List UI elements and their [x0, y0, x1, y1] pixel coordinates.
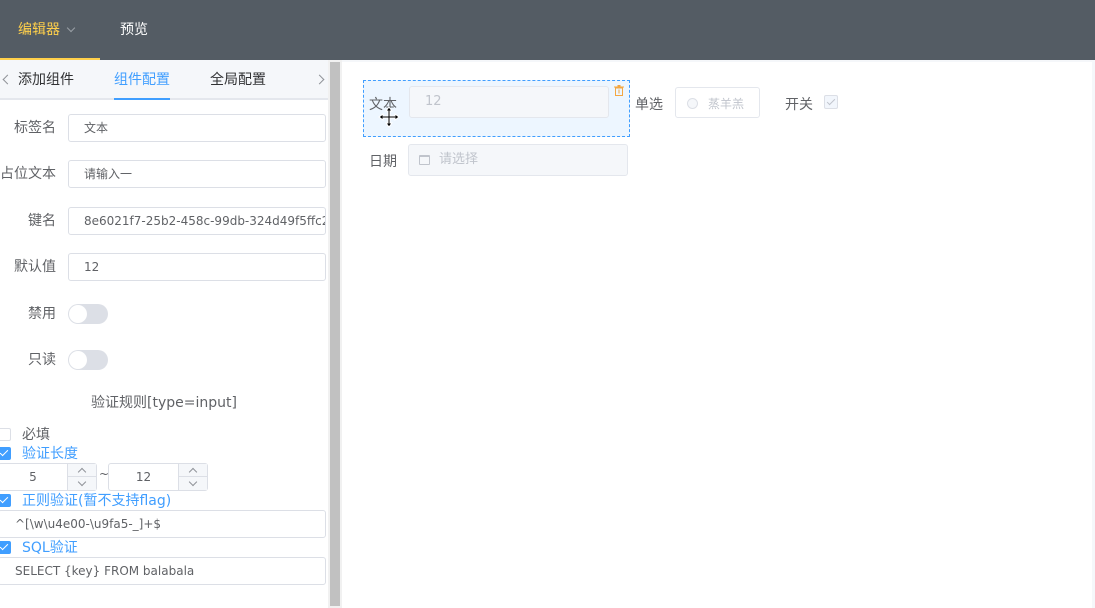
key-name-label: 键名: [28, 213, 56, 229]
tab-global-config[interactable]: 全局配置: [210, 60, 266, 100]
calendar-icon: [419, 155, 430, 165]
tab-add-component[interactable]: 添加组件: [18, 60, 74, 100]
date-field-input[interactable]: 请选择: [408, 144, 628, 176]
form-canvas: [342, 60, 1095, 608]
menu-preview[interactable]: 预览: [120, 0, 148, 60]
switch-field-label: 开关: [785, 97, 813, 113]
top-menu-bar: 编辑器 预览: [0, 0, 1095, 60]
tab-component-config[interactable]: 组件配置: [114, 60, 170, 100]
tabs-scroll-right-icon[interactable]: [314, 74, 325, 85]
menu-editor-label: 编辑器: [18, 22, 60, 38]
date-field-placeholder: 请选择: [439, 152, 479, 167]
increase-icon[interactable]: [179, 464, 207, 477]
menu-editor[interactable]: 编辑器: [0, 0, 100, 60]
radio-option[interactable]: 蒸羊羔: [675, 87, 760, 118]
length-label[interactable]: 验证长度: [22, 445, 78, 463]
disabled-label: 禁用: [28, 306, 56, 322]
switch-field-checkbox[interactable]: [824, 95, 838, 109]
min-length-stepper[interactable]: 5: [0, 463, 97, 491]
min-length-value[interactable]: 5: [0, 464, 67, 490]
menu-preview-label: 预览: [120, 22, 148, 38]
radio-field-label: 单选: [635, 97, 663, 113]
label-name-input[interactable]: 文本: [68, 114, 326, 142]
placeholder-label: 占位文本: [0, 166, 56, 182]
required-checkbox[interactable]: [0, 428, 11, 441]
scrollbar-thumb[interactable]: [330, 62, 340, 606]
config-tabs: 添加组件 组件配置 全局配置: [0, 60, 328, 100]
max-length-value[interactable]: 12: [109, 464, 178, 490]
label-name-label: 标签名: [14, 120, 56, 136]
config-panel-scrollbar[interactable]: [328, 60, 342, 608]
radio-button[interactable]: [687, 98, 698, 109]
config-panel: 添加组件 组件配置 全局配置 标签名 文本 占位文本 请输入一 键名 8e602…: [0, 60, 328, 608]
placeholder-input[interactable]: 请输入一: [68, 160, 326, 188]
required-label[interactable]: 必填: [22, 426, 50, 444]
move-cursor-icon: [378, 106, 400, 128]
increase-icon[interactable]: [68, 464, 96, 477]
readonly-label: 只读: [28, 352, 56, 368]
trash-icon[interactable]: [614, 85, 624, 96]
sql-checkbox[interactable]: [0, 541, 11, 554]
validation-rules-title: 验证规则[type=input]: [91, 395, 237, 411]
disabled-switch[interactable]: [68, 304, 108, 324]
radio-option-label: 蒸羊羔: [708, 97, 745, 111]
text-field-input[interactable]: 12: [409, 86, 609, 118]
tabs-scroll-left-icon[interactable]: [2, 74, 13, 85]
default-value-input[interactable]: 12: [68, 253, 326, 281]
regex-checkbox[interactable]: [0, 494, 11, 507]
decrease-icon[interactable]: [68, 477, 96, 490]
key-name-input[interactable]: 8e6021f7-25b2-458c-99db-324d49f5ffc2: [68, 207, 326, 235]
readonly-switch[interactable]: [68, 350, 108, 370]
regex-input[interactable]: ^[\w\u4e00-\u9fa5-_]+$: [0, 510, 326, 538]
decrease-icon[interactable]: [179, 477, 207, 490]
sql-input[interactable]: SELECT {key} FROM balabala: [0, 557, 326, 585]
sql-label[interactable]: SQL验证: [22, 539, 78, 557]
max-length-stepper[interactable]: 12: [108, 463, 208, 491]
default-value-label: 默认值: [14, 259, 56, 275]
date-field-label: 日期: [369, 154, 397, 170]
regex-label[interactable]: 正则验证(暂不支持flag): [22, 492, 171, 510]
active-tab-indicator: [114, 98, 170, 100]
chevron-down-icon: [66, 23, 76, 33]
length-checkbox[interactable]: [0, 447, 11, 460]
